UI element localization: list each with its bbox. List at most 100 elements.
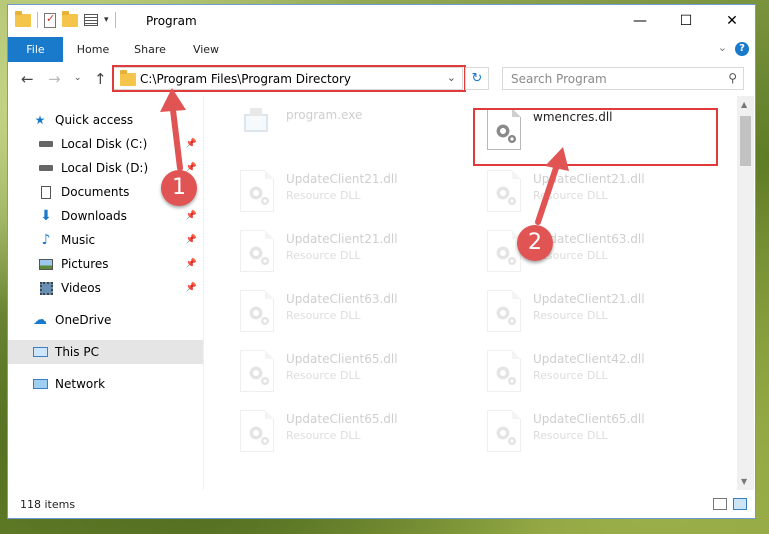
minimize-button[interactable]: — bbox=[617, 5, 663, 37]
step-1-badge: 1 bbox=[161, 170, 197, 206]
view-icon[interactable] bbox=[84, 14, 98, 26]
file-item[interactable]: UpdateClient65.dll Resource DLL bbox=[232, 406, 472, 458]
search-input[interactable]: Search Program ⚲ bbox=[502, 67, 744, 90]
view-toggle bbox=[713, 498, 747, 510]
sidebar-item-quick-access[interactable]: ★ Quick access bbox=[8, 108, 203, 132]
tab-share[interactable]: Share bbox=[128, 37, 172, 62]
file-item[interactable]: UpdateClient21.dll Resource DLL bbox=[479, 166, 719, 218]
navigation-bar: ← → ⌄ ↑ C:\Program Files\Program Directo… bbox=[8, 62, 755, 96]
search-icon[interactable]: ⚲ bbox=[728, 71, 737, 85]
video-icon bbox=[38, 281, 54, 295]
network-icon bbox=[32, 377, 48, 391]
quick-access-toolbar: ▾ bbox=[15, 10, 116, 28]
sidebar-item-label: OneDrive bbox=[55, 313, 112, 327]
close-button[interactable]: ✕ bbox=[709, 5, 755, 37]
scroll-up-icon[interactable]: ▲ bbox=[741, 100, 747, 109]
sidebar-item-onedrive[interactable]: ☁ OneDrive bbox=[8, 308, 203, 332]
download-icon: ⬇ bbox=[40, 208, 52, 224]
back-arrow-icon[interactable]: ← bbox=[21, 70, 34, 88]
sidebar-item-label: Local Disk (D:) bbox=[61, 161, 149, 175]
properties-icon[interactable] bbox=[44, 12, 56, 28]
sidebar-item-label: Local Disk (C:) bbox=[61, 137, 148, 151]
sidebar-item-downloads[interactable]: ⬇ Downloads 📌 bbox=[8, 204, 203, 228]
file-type: Resource DLL bbox=[533, 369, 608, 382]
large-icons-view-icon[interactable] bbox=[733, 498, 747, 510]
file-item[interactable]: UpdateClient21.dll Resource DLL bbox=[232, 166, 472, 218]
dll-file-icon bbox=[240, 410, 274, 452]
file-name: UpdateClient65.dll bbox=[286, 412, 398, 426]
file-explorer-window: ▾ Program — ☐ ✕ File Home Share View ⌄ ?… bbox=[7, 4, 756, 519]
sidebar-item-this-pc[interactable]: This PC bbox=[8, 340, 203, 364]
dll-file-icon bbox=[487, 230, 521, 272]
pin-icon[interactable]: 📌 bbox=[186, 211, 197, 221]
sidebar-item-label: Music bbox=[61, 233, 96, 247]
file-item[interactable]: UpdateClient65.dll Resource DLL bbox=[479, 406, 719, 458]
file-name: UpdateClient21.dll bbox=[533, 172, 645, 186]
file-type: Resource DLL bbox=[286, 249, 361, 262]
maximize-button[interactable]: ☐ bbox=[663, 5, 709, 37]
file-item[interactable]: UpdateClient21.dll Resource DLL bbox=[232, 226, 472, 278]
file-item-program-exe[interactable]: program.exe bbox=[232, 102, 472, 154]
folder-icon bbox=[15, 10, 31, 27]
tab-home[interactable]: Home bbox=[70, 37, 116, 62]
dll-file-icon bbox=[240, 170, 274, 212]
status-bar: 118 items bbox=[8, 490, 755, 518]
pin-icon[interactable]: 📌 bbox=[186, 235, 197, 245]
file-name: UpdateClient21.dll bbox=[286, 172, 398, 186]
sidebar-item-network[interactable]: Network bbox=[8, 372, 203, 396]
toolbar-separator bbox=[114, 12, 116, 28]
up-arrow-icon[interactable]: ↑ bbox=[94, 70, 107, 88]
file-name: UpdateClient21.dll bbox=[286, 232, 398, 246]
pin-icon[interactable]: 📌 bbox=[186, 259, 197, 269]
dll-file-icon bbox=[487, 350, 521, 392]
file-name: UpdateClient21.dll bbox=[533, 292, 645, 306]
sidebar-item-music[interactable]: ♪ Music 📌 bbox=[8, 228, 203, 252]
sidebar-item-label: Videos bbox=[61, 281, 101, 295]
scrollbar-thumb[interactable] bbox=[740, 116, 751, 166]
title-bar: ▾ Program — ☐ ✕ bbox=[8, 5, 755, 37]
drive-icon bbox=[38, 137, 54, 151]
file-item[interactable]: UpdateClient21.dll Resource DLL bbox=[479, 286, 719, 338]
file-highlight-box bbox=[473, 108, 718, 166]
file-type: Resource DLL bbox=[286, 369, 361, 382]
refresh-button[interactable]: ↻ bbox=[465, 67, 489, 90]
dll-file-icon bbox=[240, 350, 274, 392]
qat-dropdown-icon[interactable]: ▾ bbox=[104, 15, 109, 25]
vertical-scrollbar[interactable]: ▲ ▼ bbox=[737, 96, 754, 490]
tab-view[interactable]: View bbox=[186, 37, 226, 62]
file-item[interactable]: UpdateClient42.dll Resource DLL bbox=[479, 346, 719, 398]
tab-file[interactable]: File bbox=[8, 37, 63, 62]
ribbon-expand-icon[interactable]: ⌄ bbox=[718, 41, 727, 54]
star-icon: ★ bbox=[34, 113, 46, 127]
file-item[interactable]: UpdateClient63.dll Resource DLL bbox=[232, 286, 472, 338]
file-list: program.exe UpdateClient21.dll Resource … bbox=[204, 96, 737, 490]
forward-arrow-icon[interactable]: → bbox=[48, 70, 61, 88]
sidebar-item-videos[interactable]: Videos 📌 bbox=[8, 276, 203, 300]
file-type: Resource DLL bbox=[286, 429, 361, 442]
pin-icon[interactable]: 📌 bbox=[186, 283, 197, 293]
ribbon-tabs: File Home Share View ⌄ ? bbox=[8, 37, 755, 63]
file-type: Resource DLL bbox=[533, 189, 608, 202]
sidebar-item-pictures[interactable]: Pictures 📌 bbox=[8, 252, 203, 276]
sidebar-item-label: Downloads bbox=[61, 209, 127, 223]
new-folder-icon[interactable] bbox=[62, 10, 78, 27]
sidebar-item-label: Quick access bbox=[55, 113, 134, 127]
details-view-icon[interactable] bbox=[713, 498, 727, 510]
navigation-pane: ★ Quick access Local Disk (C:) 📌 Local D… bbox=[8, 96, 203, 490]
drive-icon bbox=[38, 161, 54, 175]
recent-dropdown-icon[interactable]: ⌄ bbox=[74, 73, 82, 83]
picture-icon bbox=[38, 257, 54, 271]
document-icon bbox=[38, 185, 54, 199]
pin-icon[interactable]: 📌 bbox=[186, 139, 197, 149]
dll-file-icon bbox=[240, 290, 274, 332]
scroll-down-icon[interactable]: ▼ bbox=[741, 477, 747, 486]
sidebar-item-label: This PC bbox=[55, 345, 99, 359]
cloud-icon: ☁ bbox=[33, 312, 47, 328]
sidebar-item-local-disk-c[interactable]: Local Disk (C:) 📌 bbox=[8, 132, 203, 156]
file-item[interactable]: UpdateClient65.dll Resource DLL bbox=[232, 346, 472, 398]
file-name: UpdateClient63.dll bbox=[286, 292, 398, 306]
file-item[interactable]: UpdateClient63.dll Resource DLL bbox=[479, 226, 719, 278]
computer-icon bbox=[32, 345, 48, 359]
window-title: Program bbox=[146, 14, 197, 28]
help-icon[interactable]: ? bbox=[735, 42, 749, 56]
